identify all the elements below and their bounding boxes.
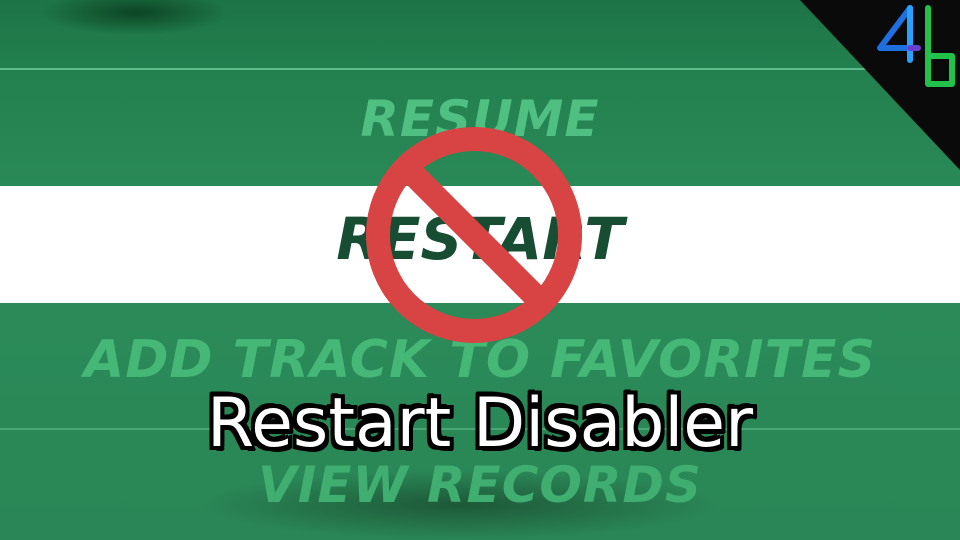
menu-divider — [0, 68, 880, 70]
prohibition-icon — [366, 127, 582, 343]
overlay-title: Restart Disabler — [206, 384, 754, 463]
menu-item-view-records[interactable]: VIEW RECORDS — [0, 456, 960, 514]
logo-corner — [800, 0, 960, 170]
